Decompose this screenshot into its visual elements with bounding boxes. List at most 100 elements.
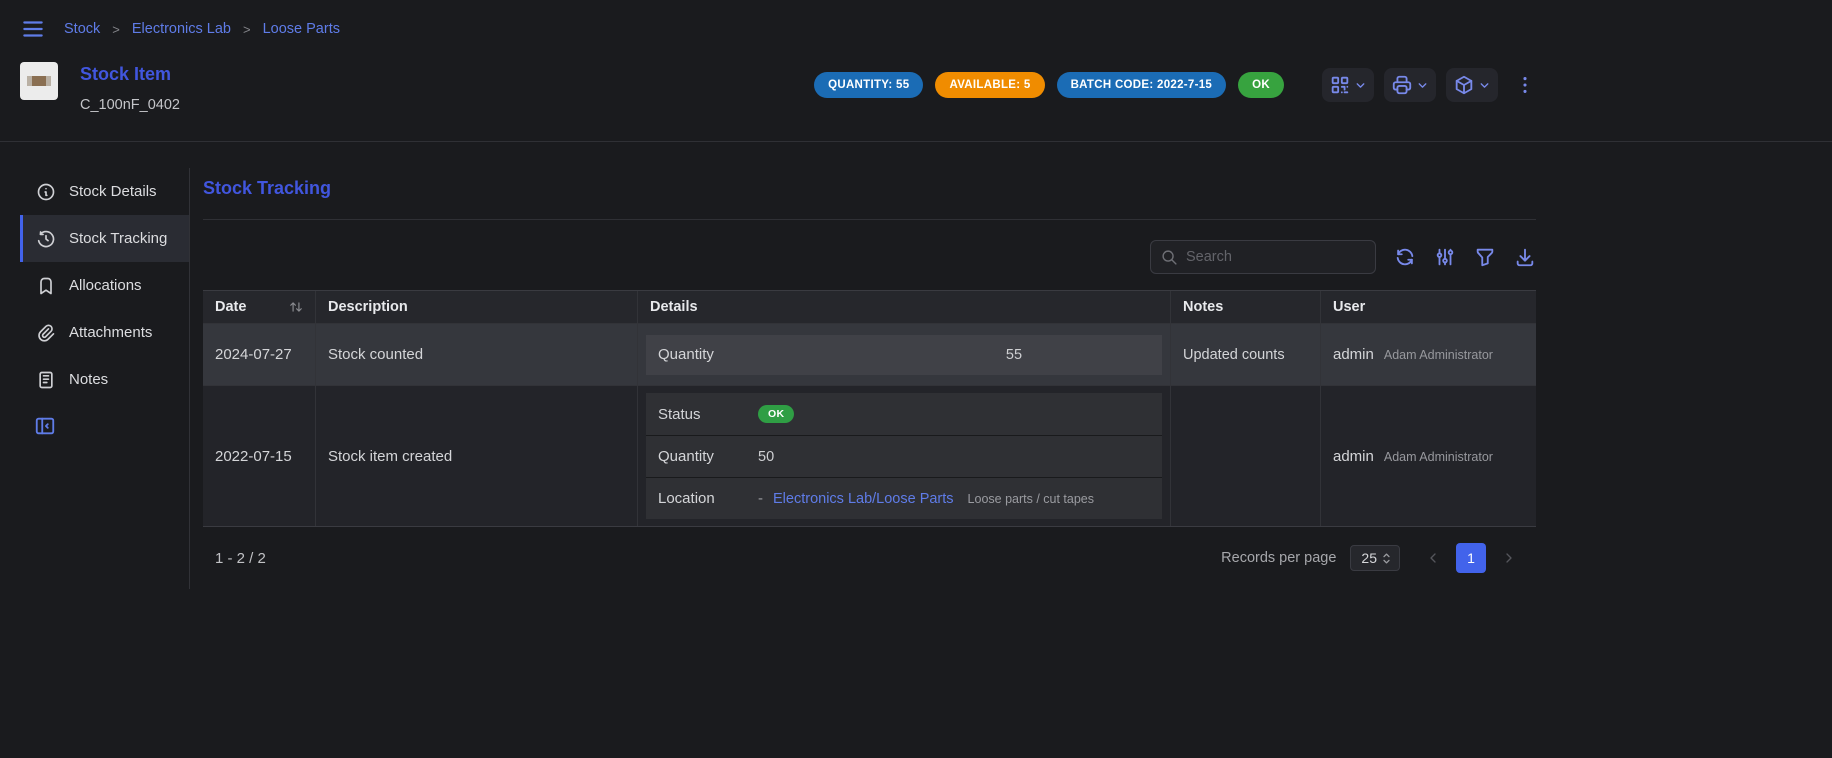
- cell-details: Quantity 55: [638, 324, 1171, 385]
- cell-date: 2022-07-15: [203, 386, 316, 526]
- bookmark-icon: [36, 276, 56, 296]
- sidebar-item-label: Allocations: [69, 277, 142, 294]
- row-user: admin: [1333, 346, 1374, 363]
- page-title: Stock Item: [80, 64, 180, 85]
- next-page-button[interactable]: [1494, 543, 1524, 573]
- section-title: Stock Tracking: [203, 178, 1536, 199]
- column-label: Description: [328, 299, 408, 315]
- chevron-left-icon: [1425, 550, 1441, 566]
- location-link[interactable]: Electronics Lab/Loose Parts: [773, 491, 954, 507]
- row-user: admin: [1333, 448, 1374, 465]
- header-left: Stock Item C_100nF_0402: [20, 62, 180, 113]
- download-icon: [1514, 246, 1536, 268]
- column-label: Notes: [1183, 299, 1223, 315]
- qrcode-icon: [1329, 74, 1351, 96]
- search-icon: [1161, 249, 1178, 266]
- previous-page-button[interactable]: [1418, 543, 1448, 573]
- breadcrumb-loose-parts[interactable]: Loose Parts: [263, 21, 340, 37]
- row-description: Stock item created: [328, 448, 452, 465]
- table-toolbar: [203, 240, 1536, 274]
- breadcrumb-separator: >: [112, 22, 120, 37]
- column-header-user: User: [1321, 291, 1536, 323]
- selector-icon: [1379, 551, 1394, 566]
- detail-value: 50: [758, 449, 774, 465]
- table-row[interactable]: 2024-07-27 Stock counted Quantity 55: [203, 323, 1536, 385]
- breadcrumb-electronics-lab[interactable]: Electronics Lab: [132, 21, 231, 37]
- detail-label: Status: [658, 406, 758, 423]
- header-actions: [1322, 68, 1498, 102]
- row-notes: Updated counts: [1183, 347, 1285, 363]
- column-label: Details: [650, 299, 698, 315]
- stock-actions-cube-icon: [1453, 74, 1475, 96]
- available-badge: AVAILABLE: 5: [935, 72, 1044, 98]
- location-dash: -: [758, 490, 763, 507]
- table-header-row: Date Description Details Notes: [203, 291, 1536, 323]
- row-description: Stock counted: [328, 346, 423, 363]
- search-input[interactable]: [1186, 249, 1365, 265]
- stock-item-thumbnail[interactable]: [20, 62, 58, 100]
- part-name: C_100nF_0402: [80, 97, 180, 113]
- details-table: Quantity 55: [646, 335, 1162, 375]
- content: Stock Details Stock Tracking Allocations…: [0, 142, 1556, 589]
- column-label: User: [1333, 299, 1365, 315]
- stock-actions-button[interactable]: [1446, 68, 1498, 102]
- stock-item-page: Stock > Electronics Lab > Loose Parts St…: [0, 0, 1556, 758]
- column-header-details: Details: [638, 291, 1171, 323]
- records-per-page-value: 25: [1361, 550, 1377, 566]
- printer-icon: [1391, 74, 1413, 96]
- notes-icon: [36, 370, 56, 390]
- refresh-button[interactable]: [1394, 246, 1416, 268]
- chevron-right-icon: [1501, 550, 1517, 566]
- cell-user: admin Adam Administrator: [1321, 386, 1536, 526]
- capacitor-image: [26, 72, 52, 90]
- sidebar-item-stock-details[interactable]: Stock Details: [20, 168, 189, 215]
- sidebar-collapse-button[interactable]: [20, 415, 189, 437]
- detail-row-quantity: Quantity 55: [646, 335, 1162, 375]
- history-icon: [36, 229, 56, 249]
- main-panel: Stock Tracking: [190, 168, 1556, 589]
- detail-value: 55: [758, 347, 1150, 363]
- refresh-icon: [1394, 246, 1416, 268]
- cell-date: 2024-07-27: [203, 324, 316, 385]
- filter-icon: [1474, 246, 1496, 268]
- page-header: Stock Item C_100nF_0402 QUANTITY: 55 AVA…: [0, 54, 1556, 141]
- sidebar-item-label: Notes: [69, 371, 108, 388]
- print-actions-button[interactable]: [1384, 68, 1436, 102]
- status-badge: OK: [1238, 72, 1284, 98]
- quantity-badge: QUANTITY: 55: [814, 72, 923, 98]
- search-box: [1150, 240, 1376, 274]
- page-1-button[interactable]: 1: [1456, 543, 1486, 573]
- more-options-button[interactable]: [1514, 74, 1536, 96]
- cell-notes: [1171, 386, 1321, 526]
- table-columns-button[interactable]: [1434, 246, 1456, 268]
- breadcrumb: Stock > Electronics Lab > Loose Parts: [64, 21, 340, 37]
- cell-notes: Updated counts: [1171, 324, 1321, 385]
- adjustments-icon: [1434, 246, 1456, 268]
- sidebar-item-label: Stock Tracking: [69, 230, 167, 247]
- stock-tracking-table: Date Description Details Notes: [203, 290, 1536, 527]
- cell-description: Stock counted: [316, 324, 638, 385]
- sidebar: Stock Details Stock Tracking Allocations…: [20, 168, 189, 589]
- sidebar-item-stock-tracking[interactable]: Stock Tracking: [20, 215, 189, 262]
- barcode-actions-button[interactable]: [1322, 68, 1374, 102]
- chevron-down-icon: [1416, 79, 1429, 92]
- sidebar-item-notes[interactable]: Notes: [20, 356, 189, 403]
- status-ok-badge: OK: [758, 405, 794, 423]
- column-header-date[interactable]: Date: [203, 291, 316, 323]
- table-row[interactable]: 2022-07-15 Stock item created Status OK: [203, 385, 1536, 526]
- sort-icon[interactable]: [289, 300, 303, 314]
- user-line: admin Adam Administrator: [1333, 346, 1493, 363]
- breadcrumb-stock[interactable]: Stock: [64, 21, 100, 37]
- records-per-page-select[interactable]: 25: [1350, 545, 1400, 571]
- menu-button[interactable]: [20, 16, 46, 42]
- filter-button[interactable]: [1474, 246, 1496, 268]
- sidebar-item-allocations[interactable]: Allocations: [20, 262, 189, 309]
- location-description: Loose parts / cut tapes: [968, 492, 1094, 506]
- record-range: 1 - 2 / 2: [215, 550, 266, 567]
- download-button[interactable]: [1514, 246, 1536, 268]
- sidebar-item-attachments[interactable]: Attachments: [20, 309, 189, 356]
- info-circle-icon: [36, 182, 56, 202]
- column-header-notes: Notes: [1171, 291, 1321, 323]
- cell-description: Stock item created: [316, 386, 638, 526]
- footer-right: Records per page 25 1: [1221, 543, 1524, 573]
